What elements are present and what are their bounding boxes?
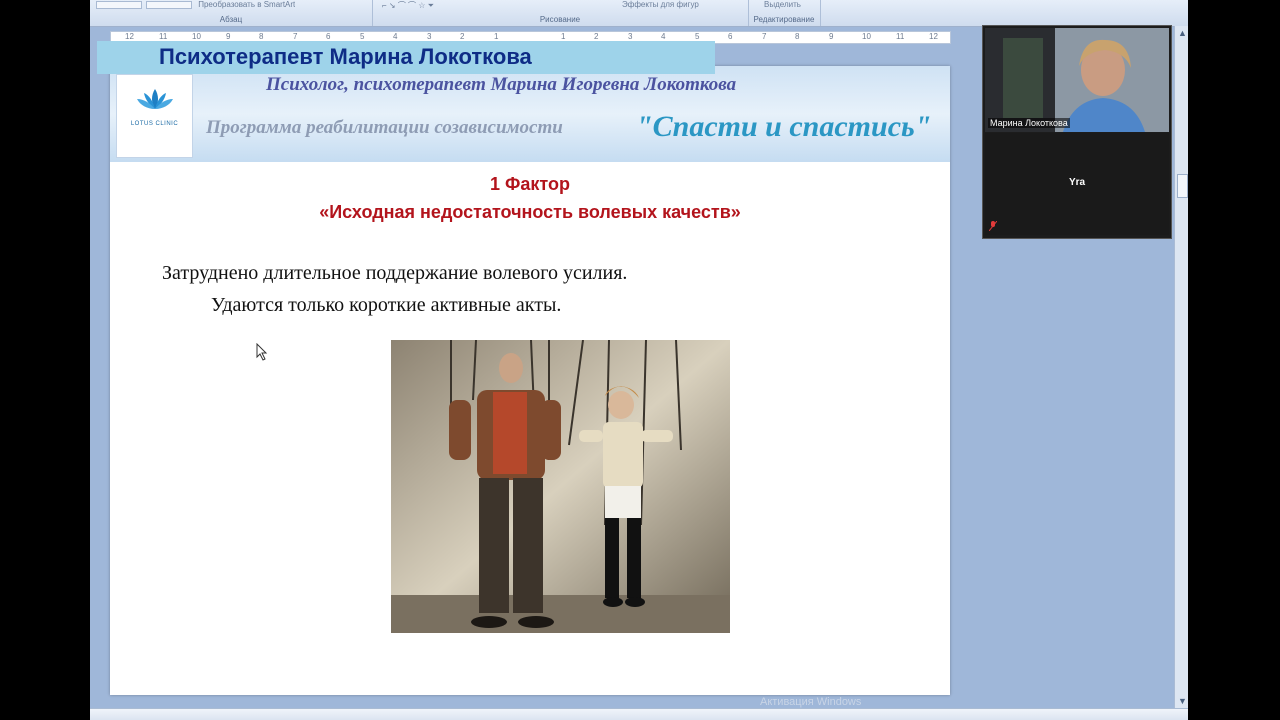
left-black-bar <box>0 0 90 720</box>
ruler-tick: 11 <box>896 32 905 41</box>
mic-muted-icon <box>989 221 997 231</box>
ribbon-paragraph-buttons[interactable]: Преобразовать в SmartArt <box>96 0 295 10</box>
ribbon-group-drawing: ⌐ ↘ ⌒ ⌒ ☆ ⏷ Эффекты для фигур Рисование <box>372 0 749 26</box>
ruler-tick: 6 <box>326 32 331 41</box>
lotus-clinic-logo: LOTUS CLINIC <box>116 74 193 158</box>
ribbon-group-label: Редактирование <box>753 15 815 24</box>
participant-2-name: Yra <box>1068 177 1086 188</box>
ruler-tick: 12 <box>929 32 938 41</box>
mouse-cursor-icon <box>256 342 268 366</box>
ruler-tick: 5 <box>695 32 700 41</box>
select-button[interactable]: Выделить <box>764 0 801 10</box>
ruler-tick: 4 <box>661 32 666 41</box>
convert-smartart-button[interactable]: Преобразовать в SmartArt <box>198 0 295 9</box>
scroll-down-arrow-icon[interactable]: ▼ <box>1178 696 1187 706</box>
logo-text: LOTUS CLINIC <box>130 121 179 127</box>
body-text-line2: Удаются только короткие активные акты. <box>211 294 562 316</box>
header-program: Программа реабилитации созависимости <box>206 117 563 138</box>
presenter-banner: Психотерапевт Марина Локоткова <box>97 41 715 74</box>
vertical-scrollbar[interactable]: ▲ ▼ <box>1174 26 1188 720</box>
slide[interactable]: LOTUS CLINIC Психолог, психотерапевт Мар… <box>110 66 950 695</box>
windows-activation-watermark: Активация Windows <box>760 696 862 708</box>
slide-header: LOTUS CLINIC Психолог, психотерапевт Мар… <box>110 66 950 162</box>
ruler-tick: 1 <box>494 32 499 41</box>
ruler-tick: 3 <box>628 32 633 41</box>
ruler-tick: 5 <box>360 32 365 41</box>
ruler-tick: 12 <box>125 32 134 41</box>
scrollbar-thumb[interactable] <box>1177 174 1188 198</box>
factor-title: 1 Фактор <box>490 174 570 194</box>
ruler-tick: 6 <box>728 32 733 41</box>
shape-effects-button[interactable]: Эффекты для фигур <box>622 0 699 10</box>
ribbon-group-paragraph: Преобразовать в SmartArt Абзац <box>90 0 373 26</box>
factor-subtitle: «Исходная недостаточность волевых качест… <box>319 202 741 222</box>
ruler-tick: 11 <box>159 32 168 41</box>
puppets-photo <box>391 340 730 633</box>
video-conference-panel: Марина Локоткова Yra <box>982 25 1172 239</box>
ruler-tick: 2 <box>460 32 465 41</box>
ruler-tick: 9 <box>226 32 231 41</box>
ribbon-group-editing: Выделить Редактирование <box>748 0 821 26</box>
ribbon-group-label: Абзац <box>219 15 243 24</box>
ruler-tick: 9 <box>829 32 834 41</box>
ruler-tick: 8 <box>259 32 264 41</box>
ruler-tick: 7 <box>762 32 767 41</box>
ribbon-mini-control[interactable] <box>96 0 142 9</box>
ruler-tick: 3 <box>427 32 432 41</box>
header-psychologist-name: Психолог, психотерапевт Марина Игоревна … <box>266 74 737 95</box>
presenter-banner-title: Психотерапевт Марина Локоткова <box>159 44 532 69</box>
body-text-line1: Затруднено длительное поддержание волево… <box>162 262 628 284</box>
participant-video-2[interactable]: Yra <box>985 133 1169 235</box>
ruler-tick: 1 <box>561 32 566 41</box>
header-program-name: "Спасти и спастись" <box>636 110 932 143</box>
ruler-tick: 4 <box>393 32 398 41</box>
participant-1-name: Марина Локоткова <box>988 118 1070 128</box>
ruler-tick: 10 <box>192 32 201 41</box>
ribbon: Преобразовать в SmartArt Абзац ⌐ ↘ ⌒ ⌒ ☆… <box>90 0 1188 27</box>
scroll-up-arrow-icon[interactable]: ▲ <box>1178 28 1187 38</box>
participant-video-frame <box>985 28 1169 132</box>
ruler-tick: 2 <box>594 32 599 41</box>
participant-video-1[interactable]: Марина Локоткова <box>985 28 1169 132</box>
ribbon-drawing-shapes[interactable]: ⌐ ↘ ⌒ ⌒ ☆ ⏷ <box>382 0 434 10</box>
right-black-bar <box>1188 0 1280 720</box>
ruler-tick: 7 <box>293 32 298 41</box>
ribbon-group-label: Рисование <box>539 15 581 24</box>
ruler-tick: 8 <box>795 32 800 41</box>
ruler-tick: 10 <box>862 32 871 41</box>
lotus-icon <box>136 89 173 109</box>
ribbon-mini-control[interactable] <box>146 0 192 9</box>
status-bar <box>90 708 1188 720</box>
